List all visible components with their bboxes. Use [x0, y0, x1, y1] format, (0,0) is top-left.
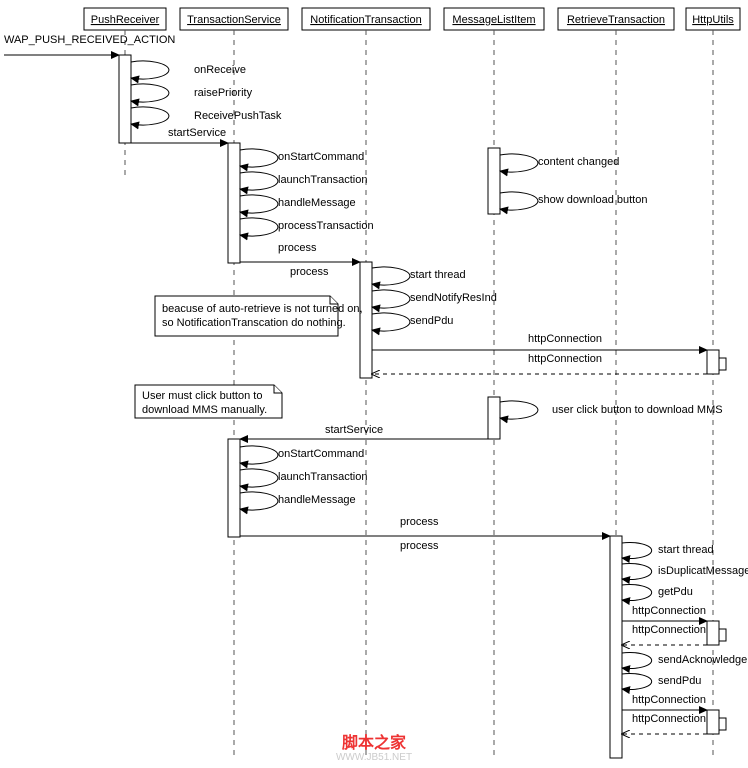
svg-text:show download button: show download button	[538, 194, 647, 206]
note-manual: User must click button to download MMS m…	[135, 385, 282, 418]
svg-text:HttpUtils: HttpUtils	[692, 14, 734, 26]
svg-text:httpConnection: httpConnection	[528, 333, 602, 345]
svg-text:httpConnection: httpConnection	[528, 353, 602, 365]
activation-ts2	[228, 439, 240, 537]
actor-messagelistitem: MessageListItem	[444, 8, 544, 760]
activation-rt	[610, 536, 622, 758]
svg-text:launchTransaction: launchTransaction	[278, 174, 367, 186]
svg-text:RetrieveTransaction: RetrieveTransaction	[567, 14, 665, 26]
svg-text:sendPdu: sendPdu	[658, 675, 701, 687]
svg-text:handleMessage: handleMessage	[278, 197, 356, 209]
self-onreceive	[131, 61, 169, 79]
activation-mli1	[488, 148, 500, 214]
actor-notificationtransaction: NotificationTransaction	[302, 8, 430, 760]
self-receivepushtask	[131, 107, 169, 125]
self-raisepriority	[131, 84, 169, 102]
svg-text:handleMessage: handleMessage	[278, 494, 356, 506]
svg-text:onReceive: onReceive	[194, 64, 246, 76]
svg-text:process: process	[290, 266, 329, 278]
trigger-label: WAP_PUSH_RECEIVED_ACTION	[4, 34, 175, 46]
svg-text:NotificationTransaction: NotificationTransaction	[310, 14, 421, 26]
svg-text:httpConnection: httpConnection	[632, 605, 706, 617]
svg-text:TransactionService: TransactionService	[187, 14, 281, 26]
svg-text:process: process	[400, 516, 439, 528]
svg-text:processTransaction: processTransaction	[278, 220, 374, 232]
svg-text:beacuse of auto-retrieve is no: beacuse of auto-retrieve is not turned o…	[162, 303, 363, 315]
svg-text:ReceivePushTask: ReceivePushTask	[194, 110, 282, 122]
svg-text:httpConnection: httpConnection	[632, 713, 706, 725]
activation-pushreceiver	[119, 55, 131, 143]
note-autoretrieve: beacuse of auto-retrieve is not turned o…	[155, 296, 363, 336]
svg-text:start thread: start thread	[658, 544, 714, 556]
actor-httputils: HttpUtils	[686, 8, 740, 760]
svg-text:sendAcknowledgeInd: sendAcknowledgeInd	[658, 654, 748, 666]
activation-nt	[360, 262, 372, 378]
svg-text:isDuplicatMessage: isDuplicatMessage	[658, 565, 748, 577]
watermark-url: WWW.JB51.NET	[336, 752, 412, 763]
svg-text:start thread: start thread	[410, 269, 466, 281]
svg-text:process: process	[278, 242, 317, 254]
svg-text:startService: startService	[325, 424, 383, 436]
svg-text:httpConnection: httpConnection	[632, 624, 706, 636]
svg-text:startService: startService	[168, 127, 226, 139]
watermark-title: 脚本之家	[342, 733, 407, 752]
svg-text:PushReceiver: PushReceiver	[91, 14, 160, 26]
svg-text:User must click button to: User must click button to	[142, 390, 262, 402]
activation-ts1	[228, 143, 240, 263]
svg-text:raisePriority: raisePriority	[194, 87, 253, 99]
svg-text:sendNotifyResInd: sendNotifyResInd	[410, 292, 497, 304]
svg-text:launchTransaction: launchTransaction	[278, 471, 367, 483]
activation-mli2	[488, 397, 500, 439]
svg-text:MessageListItem: MessageListItem	[452, 14, 535, 26]
svg-text:download MMS manually.: download MMS manually.	[142, 404, 267, 416]
svg-text:onStartCommand: onStartCommand	[278, 151, 364, 163]
svg-text:user click button to download: user click button to download MMS	[552, 404, 723, 416]
svg-text:sendPdu: sendPdu	[410, 315, 453, 327]
svg-text:getPdu: getPdu	[658, 586, 693, 598]
svg-text:process: process	[400, 540, 439, 552]
svg-text:onStartCommand: onStartCommand	[278, 448, 364, 460]
svg-text:content changed: content changed	[538, 156, 619, 168]
svg-text:so NotificationTranscation do: so NotificationTranscation do nothing.	[162, 317, 346, 329]
svg-text:httpConnection: httpConnection	[632, 694, 706, 706]
sequence-diagram: PushReceiver TransactionService Notifica…	[0, 0, 748, 768]
